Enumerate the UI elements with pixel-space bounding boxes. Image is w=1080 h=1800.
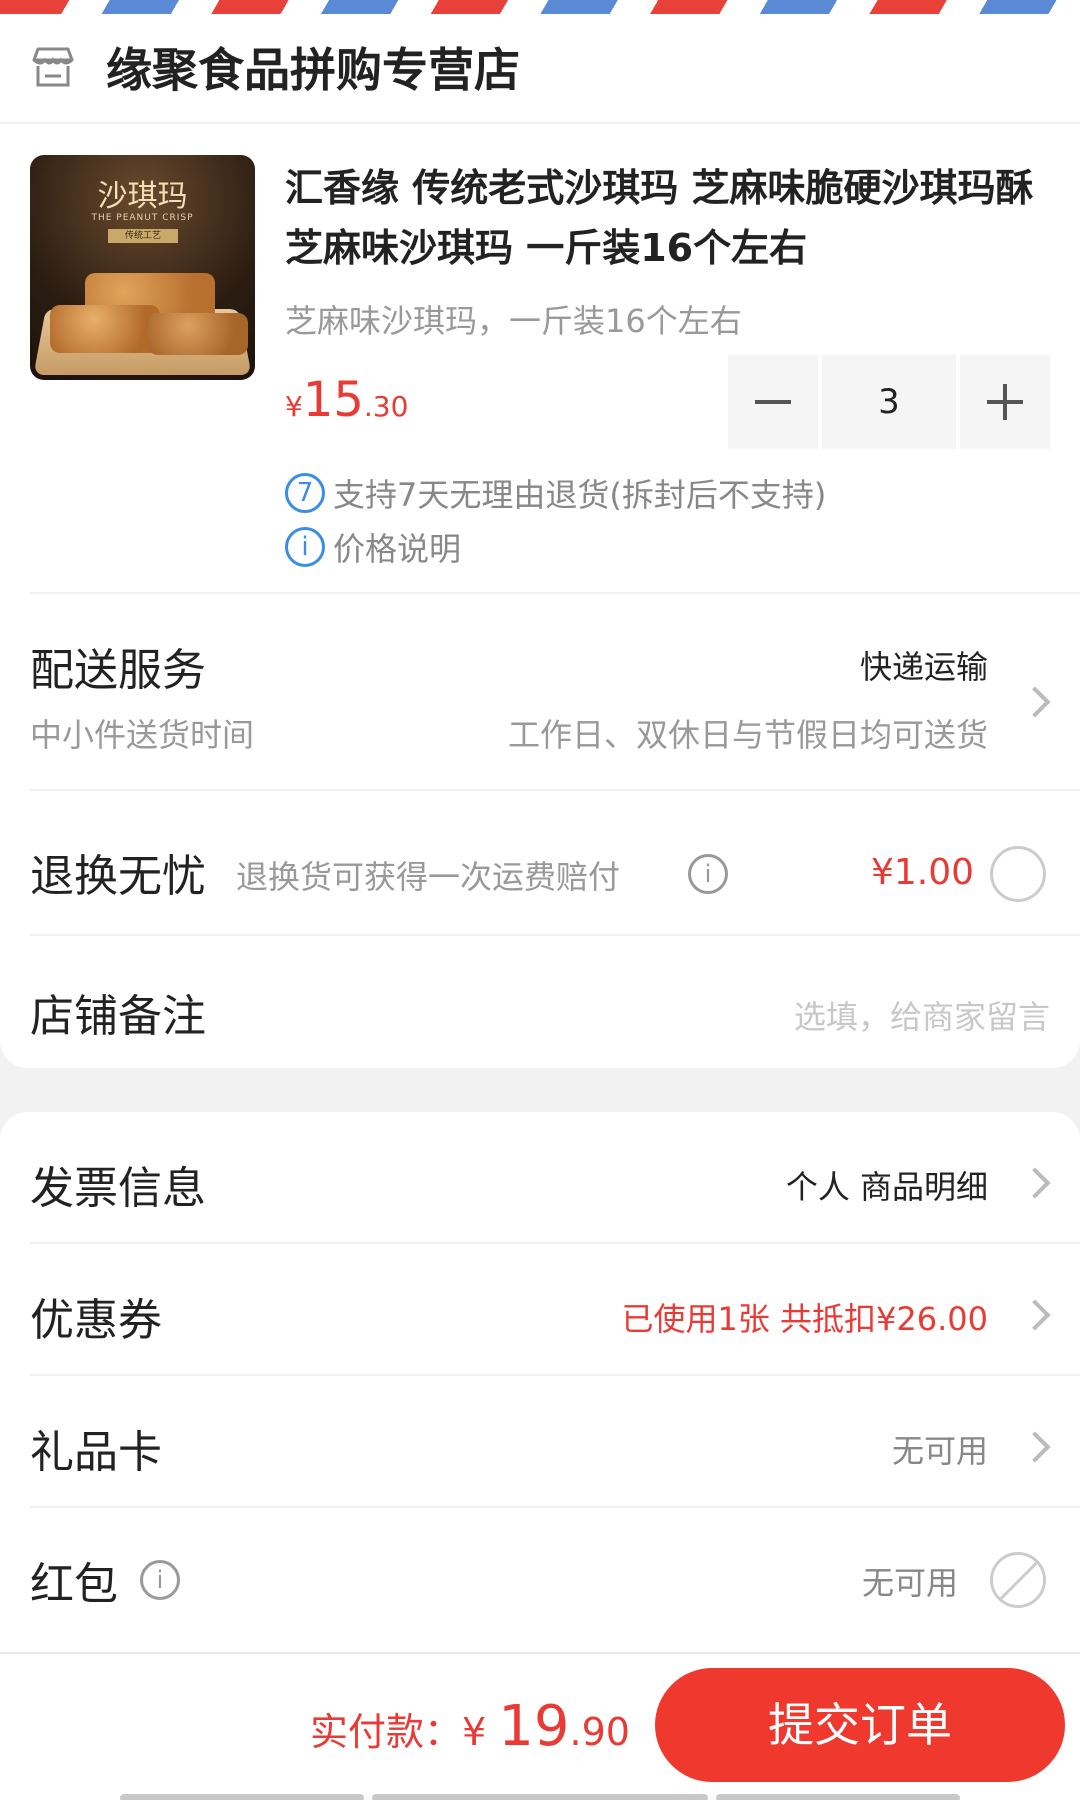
store-icon (32, 47, 74, 87)
shop-name: 缘聚食品拼购专营店 (106, 43, 520, 97)
chevron-right-icon (1019, 1167, 1051, 1199)
quantity-stepper: 3 (728, 355, 1050, 449)
price-info-text: 价格说明 (333, 530, 462, 568)
total-decimal: .90 (569, 1710, 630, 1754)
coupon-value: 已使用1张 共抵扣¥26.00 (621, 1300, 988, 1338)
price-symbol: ¥ (285, 390, 303, 423)
info-icon[interactable]: i (688, 854, 728, 894)
delivery-time-label: 中小件送货时间 (30, 716, 255, 754)
unavailable-icon (990, 1552, 1046, 1608)
delivery-title: 配送服务 (30, 645, 206, 696)
price-decimal: .30 (363, 390, 409, 423)
delivery-method: 快递运输 (859, 648, 988, 686)
thumbnail-subtitle: THE PEANUT CRISP (91, 213, 194, 223)
divider (30, 1374, 1080, 1376)
submit-order-button[interactable]: 提交订单 (655, 1668, 1065, 1782)
total-symbol: ¥ (462, 1710, 499, 1754)
product-spec: 芝麻味沙琪玛，一斤装16个左右 (285, 302, 742, 340)
info-icon: i (285, 527, 325, 567)
coupon-title: 优惠券 (30, 1295, 162, 1346)
gift-card-value: 无可用 (891, 1432, 988, 1470)
gift-card-title: 礼品卡 (30, 1427, 162, 1478)
red-packet-value: 无可用 (861, 1564, 958, 1602)
thumbnail-food (148, 313, 248, 355)
return-insurance-radio[interactable] (990, 846, 1046, 902)
seven-day-icon: 7 (285, 473, 325, 513)
red-packet-title: 红包 (30, 1559, 118, 1610)
quantity-value[interactable]: 3 (822, 355, 956, 449)
checkout-bar: 实付款：¥ 19.90 提交订单 (0, 1652, 1080, 1800)
price-integer: 15 (302, 372, 364, 428)
return-insurance-desc: 退换货可获得一次运费赔付 (236, 858, 621, 896)
shop-header[interactable]: 缘聚食品拼购专营店 (0, 14, 1080, 124)
product-thumbnail[interactable]: 沙琪玛 THE PEANUT CRISP 传统工艺 (30, 155, 255, 380)
thumbnail-tag: 传统工艺 (108, 229, 178, 243)
info-icon[interactable]: i (140, 1560, 180, 1600)
chevron-right-icon (1019, 686, 1051, 718)
product-price: ¥15.30 (285, 372, 408, 428)
payment-options-card: 发票信息 个人 商品明细 优惠券 已使用1张 共抵扣¥26.00 礼品卡 无可用… (0, 1112, 1080, 1652)
chevron-right-icon (1019, 1431, 1051, 1463)
home-indicator (120, 1794, 364, 1800)
invoice-title: 发票信息 (30, 1163, 206, 1214)
airmail-stripe (0, 0, 1080, 14)
return-insurance-title: 退换无忧 (30, 851, 206, 902)
delivery-time-value: 工作日、双休日与节假日均可送货 (507, 716, 988, 754)
return-insurance-price: ¥1.00 (870, 852, 974, 893)
total-payment: 实付款：¥ 19.90 (310, 1694, 630, 1759)
store-note-title: 店铺备注 (30, 991, 206, 1042)
divider (30, 1506, 1080, 1508)
home-indicator (716, 1794, 960, 1800)
order-card: 缘聚食品拼购专营店 沙琪玛 THE PEANUT CRISP 传统工艺 汇香缘 … (0, 14, 1080, 1068)
divider (30, 592, 1080, 594)
divider (30, 934, 1080, 936)
store-note-input[interactable]: 选填，给商家留言 (794, 992, 1050, 1038)
divider (30, 1242, 1080, 1244)
divider (30, 789, 1080, 791)
minus-icon (755, 400, 791, 404)
price-info-link[interactable]: i 价格说明 (285, 524, 461, 570)
home-indicator (372, 1794, 708, 1800)
plus-icon-vertical (1003, 384, 1007, 420)
invoice-value: 个人 商品明细 (785, 1168, 988, 1206)
total-label: 实付款： (310, 1710, 463, 1754)
increase-button[interactable] (960, 355, 1050, 449)
chevron-right-icon (1019, 1299, 1051, 1331)
return-policy: 7 支持7天无理由退货(拆封后不支持) (285, 470, 826, 516)
product-title[interactable]: 汇香缘 传统老式沙琪玛 芝麻味脆硬沙琪玛酥 芝麻味沙琪玛 一斤装16个左右 (285, 158, 1045, 278)
total-integer: 19 (498, 1694, 570, 1759)
return-policy-text: 支持7天无理由退货(拆封后不支持) (333, 476, 827, 514)
thumbnail-food (50, 305, 160, 353)
thumbnail-title: 沙琪玛 (97, 179, 188, 214)
decrease-button[interactable] (728, 355, 818, 449)
